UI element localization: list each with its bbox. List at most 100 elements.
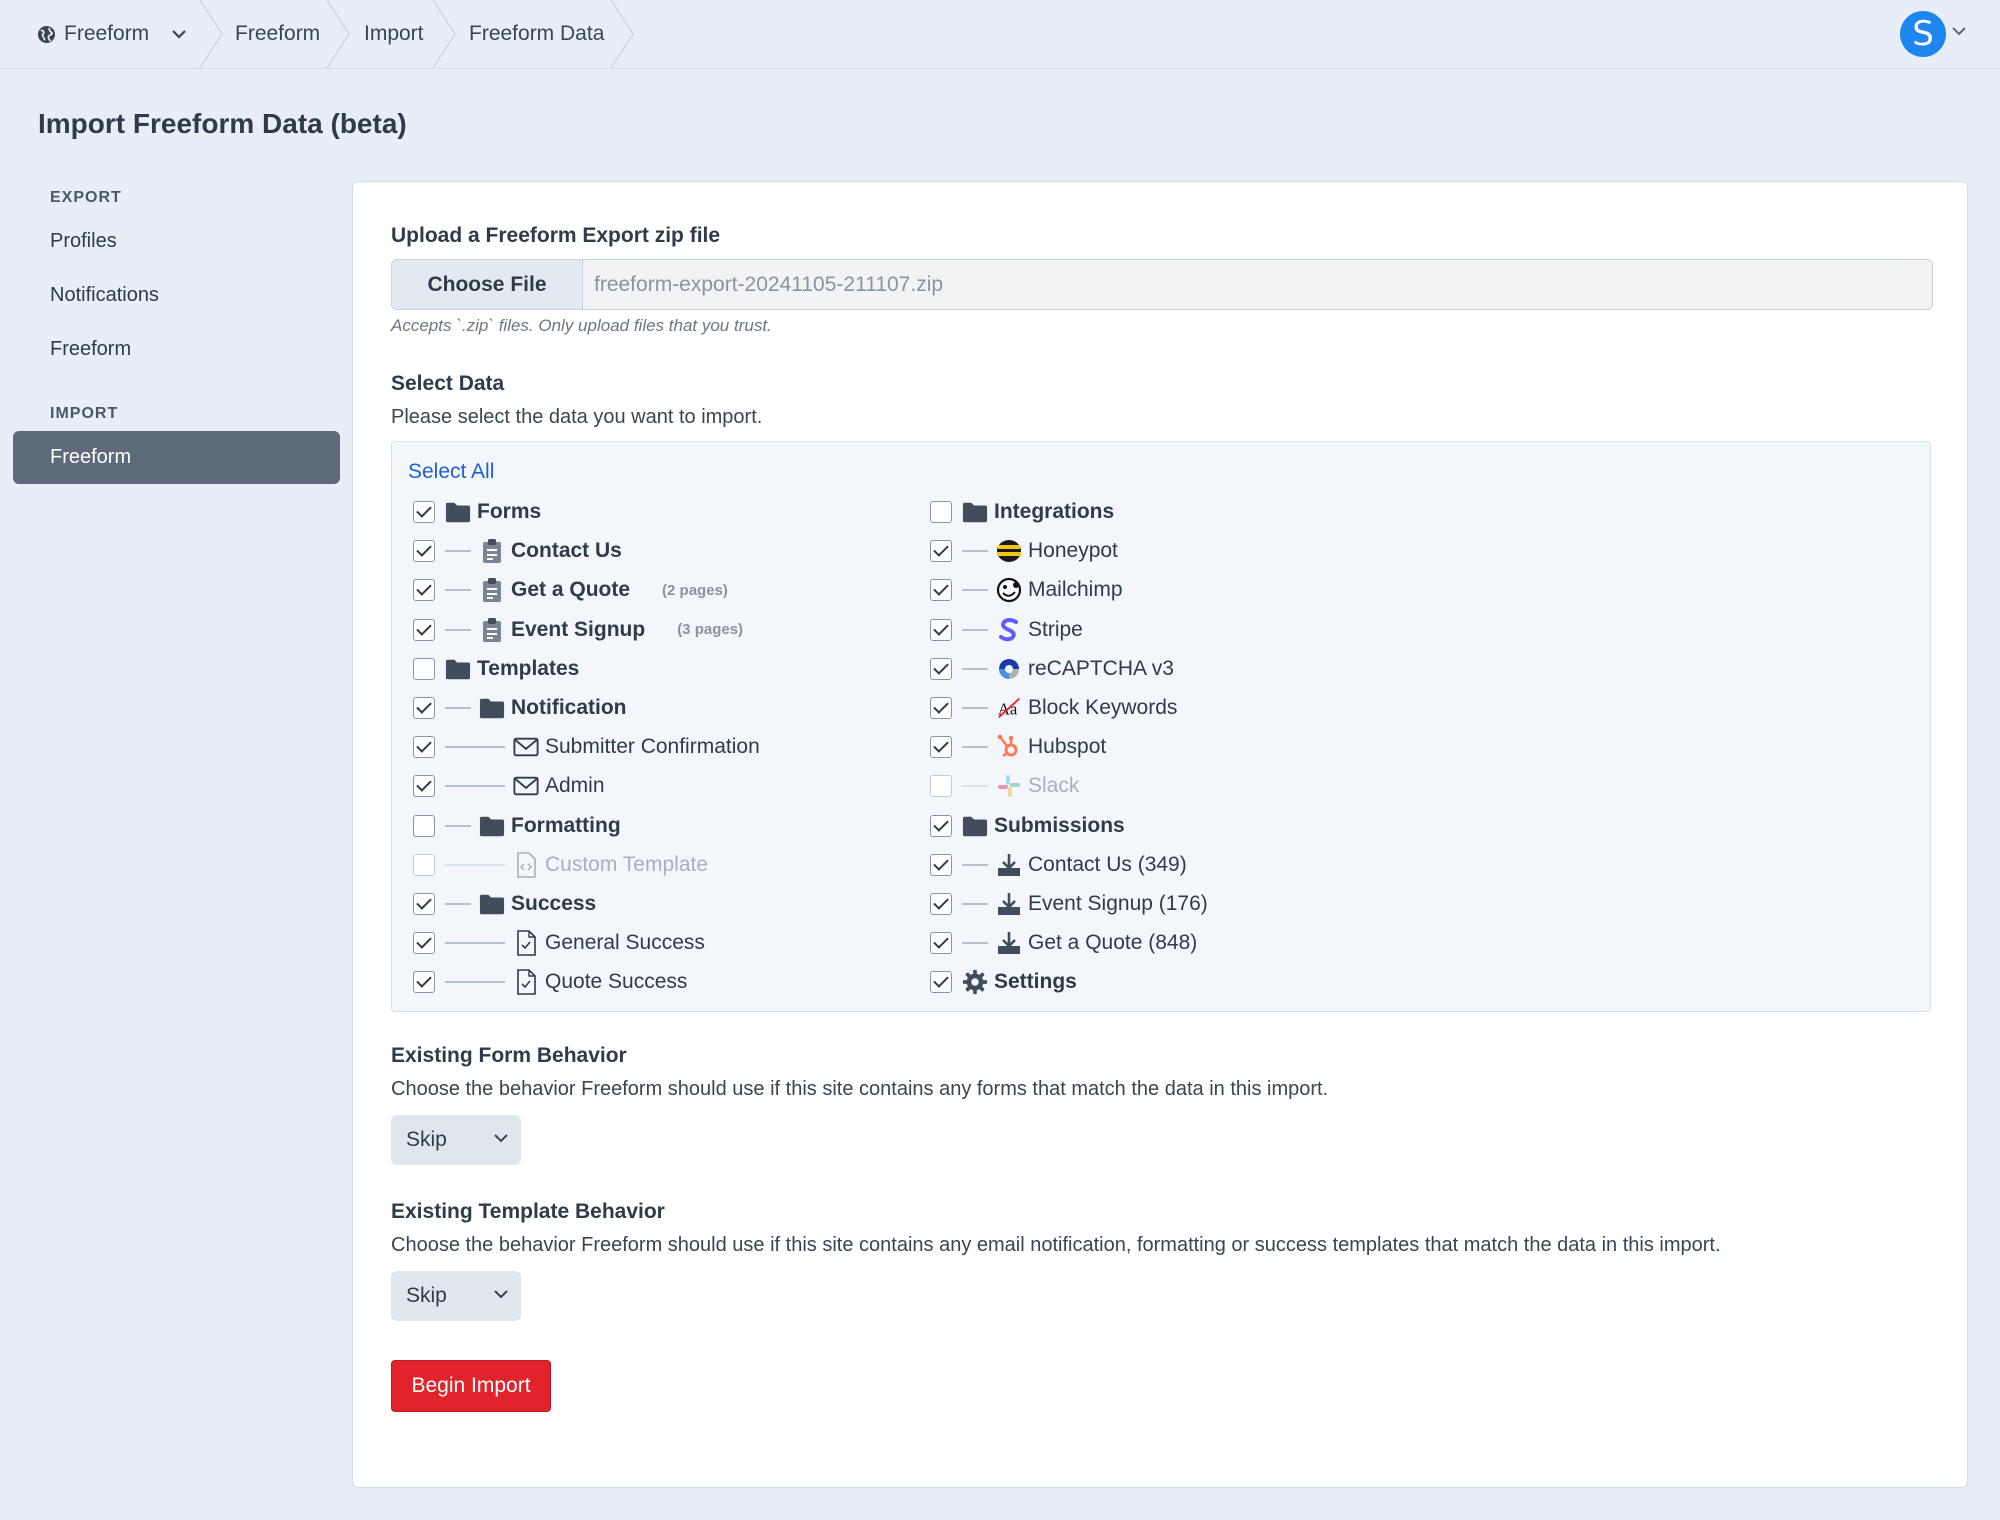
data-item-get-a-quote: Get a Quote (2 pages) bbox=[413, 574, 728, 606]
data-item-label: Notification bbox=[511, 696, 627, 719]
checkbox-event-signup-176[interactable] bbox=[930, 893, 952, 915]
envelope-icon bbox=[513, 734, 539, 760]
sidebar-item-profiles[interactable]: Profiles bbox=[50, 230, 117, 253]
sidebar-item-freeform-export[interactable]: Freeform bbox=[50, 338, 131, 361]
tree-connector bbox=[445, 981, 505, 984]
data-item-settings: Settings bbox=[930, 966, 1077, 998]
data-item-event-signup-176: Event Signup (176) bbox=[930, 888, 1208, 920]
site-switcher[interactable]: Freeform bbox=[37, 0, 187, 68]
checkbox-notification[interactable] bbox=[413, 697, 435, 719]
envelope-icon bbox=[513, 773, 539, 799]
file-input[interactable]: Choose File freeform-export-20241105-211… bbox=[391, 259, 1933, 310]
gear-icon bbox=[962, 969, 988, 995]
chevron-down-icon bbox=[494, 1134, 508, 1143]
checkbox-slack[interactable] bbox=[930, 775, 952, 798]
data-item-block-keywords: Aa Block Keywords bbox=[930, 692, 1177, 724]
checkbox-integrations[interactable] bbox=[930, 501, 952, 523]
checkbox-mailchimp[interactable] bbox=[930, 579, 952, 602]
data-item-label: Hubspot bbox=[1028, 735, 1107, 759]
checkbox-custom-template[interactable] bbox=[413, 853, 435, 876]
form-behavior-select[interactable]: Skip bbox=[391, 1115, 521, 1165]
checkbox-success[interactable] bbox=[413, 893, 435, 915]
download-icon bbox=[996, 852, 1022, 878]
checkbox-block-keywords[interactable] bbox=[930, 697, 952, 719]
data-item-label: Submitter Confirmation bbox=[545, 735, 760, 759]
folder-icon bbox=[479, 695, 505, 721]
checkbox-general-success[interactable] bbox=[413, 932, 435, 955]
checkbox-submitter-confirmation[interactable] bbox=[413, 736, 435, 759]
sidebar-heading-export: EXPORT bbox=[50, 189, 122, 206]
checkbox-formatting[interactable] bbox=[413, 814, 435, 837]
data-item-admin: Admin bbox=[413, 770, 605, 802]
data-item-label: Integrations bbox=[994, 500, 1115, 523]
import-card: Upload a Freeform Export zip file Choose… bbox=[352, 181, 1968, 1488]
checkbox-hubspot[interactable] bbox=[930, 736, 952, 759]
template-behavior-select[interactable]: Skip bbox=[391, 1271, 521, 1321]
data-item-slack: Slack bbox=[930, 770, 1079, 802]
breadcrumb-freeform-data[interactable]: Freeform Data bbox=[469, 0, 604, 68]
user-avatar[interactable]: S bbox=[1900, 11, 1946, 57]
data-item-forms: Forms bbox=[413, 496, 541, 528]
upload-label: Upload a Freeform Export zip file bbox=[391, 224, 721, 247]
data-item-label: Slack bbox=[1028, 774, 1080, 798]
tree-connector bbox=[962, 863, 988, 866]
breadcrumb-separator bbox=[199, 0, 223, 68]
data-item-label: Formatting bbox=[511, 813, 621, 837]
checkbox-stripe[interactable] bbox=[930, 618, 952, 641]
data-item-label: General Success bbox=[545, 931, 705, 955]
stripe-icon bbox=[996, 617, 1022, 643]
sidebar-heading-import: IMPORT bbox=[50, 405, 119, 422]
checkbox-contact-us-349[interactable] bbox=[930, 853, 952, 876]
page-count: (3 pages) bbox=[677, 621, 744, 639]
breadcrumb-separator bbox=[432, 0, 456, 68]
tree-connector bbox=[445, 589, 471, 592]
checkbox-templates[interactable] bbox=[413, 657, 435, 680]
chevron-down-icon bbox=[494, 1290, 508, 1299]
checkbox-event-signup[interactable] bbox=[413, 618, 435, 641]
checkbox-honeypot[interactable] bbox=[930, 540, 952, 563]
breadcrumb-import[interactable]: Import bbox=[364, 0, 424, 68]
data-item-label: Block Keywords bbox=[1028, 696, 1178, 719]
checkbox-submissions[interactable] bbox=[930, 814, 952, 837]
data-item-label: Event Signup (176) bbox=[1028, 892, 1208, 915]
checkbox-get-a-quote[interactable] bbox=[413, 579, 435, 602]
chevron-down-icon[interactable] bbox=[1951, 26, 1967, 36]
tree-connector bbox=[962, 589, 988, 592]
data-item-templates: Templates bbox=[413, 653, 579, 685]
begin-import-button[interactable]: Begin Import bbox=[391, 1360, 551, 1412]
clipboard-icon bbox=[479, 617, 505, 643]
form-behavior-value: Skip bbox=[406, 1128, 447, 1151]
checkbox-forms[interactable] bbox=[413, 501, 435, 523]
data-item-success: Success bbox=[413, 888, 596, 920]
tree-connector bbox=[445, 550, 471, 553]
checkbox-quote-success[interactable] bbox=[413, 971, 435, 994]
checkbox-get-a-quote-848[interactable] bbox=[930, 932, 952, 955]
data-item-recaptcha-v3: reCAPTCHA v3 bbox=[930, 653, 1174, 685]
select-data-label: Select Data bbox=[391, 372, 505, 395]
upload-hint: Accepts `.zip` files. Only upload files … bbox=[391, 316, 772, 335]
tree-connector bbox=[962, 628, 988, 631]
form-behavior-description: Choose the behavior Freeform should use … bbox=[391, 1078, 1329, 1100]
chevron-down-icon bbox=[171, 29, 187, 39]
slack-icon bbox=[996, 773, 1022, 799]
folder-icon bbox=[445, 499, 471, 525]
data-item-honeypot: Honeypot bbox=[930, 535, 1118, 567]
data-item-label: Contact Us bbox=[511, 539, 622, 563]
breadcrumb-separator bbox=[326, 0, 350, 68]
data-item-label: Success bbox=[511, 892, 597, 915]
breadcrumb-freeform[interactable]: Freeform bbox=[235, 0, 320, 68]
choose-file-button[interactable]: Choose File bbox=[392, 260, 583, 309]
checkbox-contact-us[interactable] bbox=[413, 540, 435, 563]
data-item-label: Mailchimp bbox=[1028, 578, 1123, 602]
check-file-icon bbox=[513, 930, 539, 956]
data-item-custom-template: Custom Template bbox=[413, 849, 708, 881]
tree-connector bbox=[962, 746, 988, 749]
clipboard-icon bbox=[479, 577, 505, 603]
checkbox-recaptcha-v3[interactable] bbox=[930, 657, 952, 680]
sidebar-item-freeform-import[interactable]: Freeform bbox=[13, 431, 340, 484]
select-all-link[interactable]: Select All bbox=[408, 460, 494, 484]
sidebar-item-notifications[interactable]: Notifications bbox=[50, 284, 159, 307]
checkbox-admin[interactable] bbox=[413, 775, 435, 798]
mailchimp-icon bbox=[996, 577, 1022, 603]
checkbox-settings[interactable] bbox=[930, 971, 952, 994]
